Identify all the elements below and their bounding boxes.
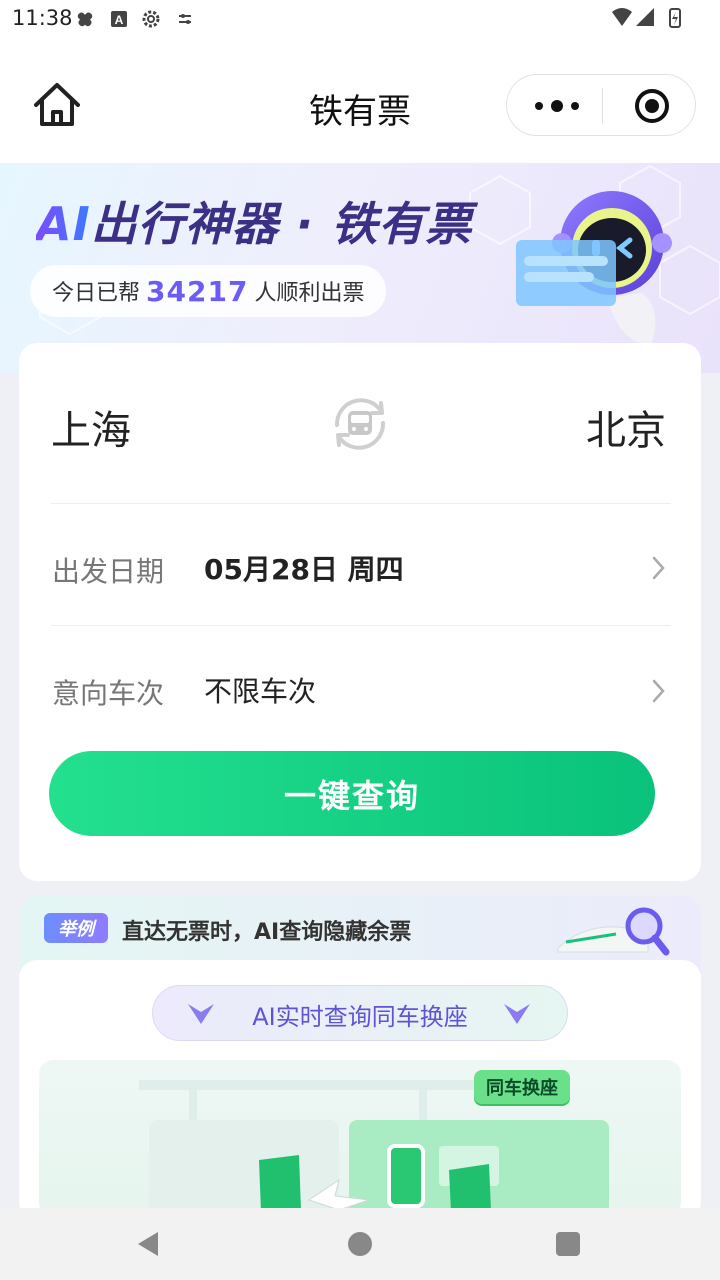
hero-title: AI出行神器 · 铁有票 <box>36 188 472 254</box>
seat-change-illustration <box>39 1060 681 1216</box>
date-value: 05月28日 周四 <box>204 553 404 586</box>
train-magnifier-icon <box>557 907 670 956</box>
divider <box>51 503 671 504</box>
example-text: 直达无票时，AI查询隐藏余票 <box>122 920 412 945</box>
divider <box>51 625 671 626</box>
chevron-right-icon <box>652 679 665 703</box>
train-interior-icon <box>139 1080 609 1216</box>
recent-apps-icon[interactable] <box>556 1232 580 1256</box>
back-triangle-icon[interactable] <box>136 1230 162 1258</box>
svg-text:A: A <box>115 13 124 27</box>
bandage-icon <box>77 12 93 27</box>
tune-icon <box>179 14 191 24</box>
from-city[interactable]: 上海 <box>51 398 131 456</box>
train-label: 意向车次 <box>52 677 165 710</box>
wifi-icon <box>612 8 632 26</box>
query-button[interactable]: 一键查询 <box>49 751 655 836</box>
signal-icon <box>636 8 654 26</box>
home-circle-icon[interactable] <box>348 1232 372 1256</box>
mini-program-capsule <box>506 74 696 136</box>
train-swap-icon[interactable] <box>325 389 395 459</box>
to-city[interactable]: 北京 <box>586 398 666 456</box>
pill-count: 34217 <box>146 274 249 308</box>
robot-mascot-icon <box>516 191 672 344</box>
status-time: 11:38 <box>12 6 73 30</box>
chevron-down-icon <box>504 1004 530 1024</box>
status-right-icons <box>612 8 681 28</box>
example-tag: 举例 <box>44 913 108 943</box>
capsule-divider <box>602 88 603 124</box>
chevron-right-icon <box>652 556 665 580</box>
hero-title-rest: 出行神器 · 铁有票 <box>90 197 473 251</box>
more-dots-icon[interactable] <box>527 90 587 122</box>
tickets-count-pill: 今日已帮 34217 人顺利出票 <box>30 265 387 317</box>
font-a-icon: A <box>111 11 127 27</box>
train-value: 不限车次 <box>204 675 317 708</box>
pill-prefix: 今日已帮 <box>52 281 141 306</box>
target-circle-icon[interactable] <box>625 86 679 126</box>
gear-icon <box>142 10 160 28</box>
seat-change-tag: 同车换座 <box>474 1070 570 1104</box>
hero-title-ai: AI <box>36 197 91 251</box>
pill-suffix: 人顺利出票 <box>254 281 365 306</box>
date-label: 出发日期 <box>52 555 165 588</box>
